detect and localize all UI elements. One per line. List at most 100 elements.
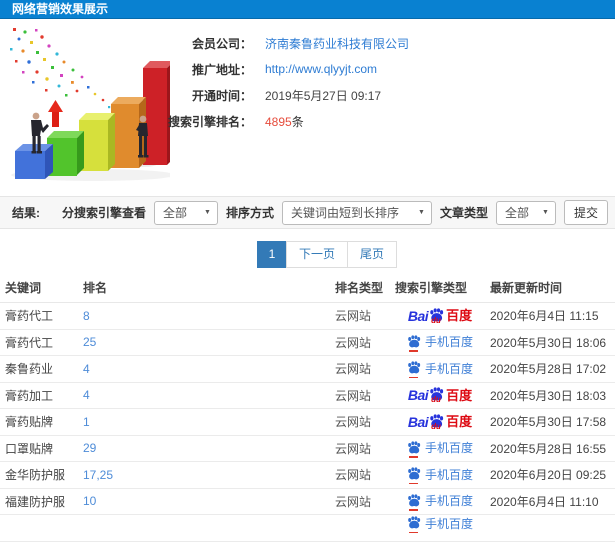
mobile-baidu-label: 手机百度	[424, 516, 473, 531]
next-page-button[interactable]: 下一页	[286, 241, 349, 268]
mobile-baidu-underline	[408, 456, 418, 458]
rank-link[interactable]: 1	[83, 415, 90, 429]
table-row: 秦鲁药业 4 云网站 手机百度 2020年5月28日 17:02	[0, 356, 615, 383]
table-row: 金华防护服 17,25 云网站 手机百度 2020年6月20日 09:25	[0, 462, 615, 489]
rank-type-cell: 云网站	[335, 362, 372, 377]
page-1-button[interactable]: 1	[257, 241, 287, 268]
table-row: 膏药加工 4 云网站 Bai du 百度 2020年5月30日 18:03	[0, 382, 615, 409]
mobile-baidu-logo[interactable]: 手机百度	[407, 441, 473, 458]
chevron-down-icon: ▼	[204, 209, 211, 216]
col-rank: 排名	[83, 280, 108, 295]
engine-view-select[interactable]: 全部 ▼	[153, 200, 218, 225]
open-time-value: 2019年5月27日 09:17	[265, 88, 382, 103]
rank-type-cell: 云网站	[335, 309, 372, 324]
window-title-bar: 网络营销效果展示	[0, 0, 615, 19]
rank-cell: 1	[83, 415, 335, 429]
table-row: 膏药代工 8 云网站 Bai du 百度 2020年6月4日 11:15	[0, 303, 615, 330]
rank-link[interactable]: 17,25	[83, 468, 113, 482]
baidu-paw-icon	[408, 441, 421, 454]
rank-cell: 4	[83, 388, 335, 402]
engine-cell: Bai du 百度	[395, 308, 485, 324]
mobile-baidu-logo[interactable]: 手机百度	[407, 516, 473, 533]
baidu-paw-icon	[408, 494, 421, 507]
confetti-dots	[10, 28, 111, 109]
engine-rank-suffix: 条	[291, 114, 304, 129]
mobile-baidu-logo[interactable]: 手机百度	[407, 467, 473, 485]
article-type-label: 文章类型	[439, 206, 488, 220]
last-page-button[interactable]: 尾页	[347, 241, 398, 268]
baidu-logo[interactable]: Bai du 百度	[408, 414, 472, 430]
rank-link[interactable]: 4	[83, 388, 90, 402]
rank-link[interactable]: 25	[83, 335, 96, 349]
baidu-logo-cn: 百度	[446, 414, 473, 430]
baidu-logo-bai: Bai	[407, 307, 429, 324]
table-row: 福建防护服 10 云网站 手机百度 2020年6月4日 11:10	[0, 488, 615, 515]
updated-cell: 2020年5月28日 17:02	[490, 362, 607, 377]
article-type-select[interactable]: 全部 ▼	[495, 200, 556, 225]
updated-cell: 2020年6月4日 11:10	[490, 494, 599, 509]
engine-cell: 手机百度	[395, 494, 485, 511]
sort-select[interactable]: 关键词由短到长排序 ▼	[281, 200, 432, 225]
chevron-down-icon: ▼	[418, 209, 425, 216]
results-table: 关键词 排名 排名类型 搜索引擎类型 最新更新时间 膏药代工 8 云网站 Bai d…	[0, 272, 615, 542]
rank-type-cell: 云网站	[335, 335, 372, 350]
table-row: 手机百度	[0, 515, 615, 542]
article-type-selected: 全部	[504, 206, 529, 220]
info-row-company: 会员公司： 济南秦鲁药业科技有限公司	[158, 30, 409, 56]
table-body: 膏药代工 8 云网站 Bai du 百度 2020年6月4日 11:15 膏药代工 25…	[0, 303, 615, 542]
table-row: 膏药贴牌 1 云网站 Bai du 百度 2020年5月30日 17:58	[0, 409, 615, 436]
rank-link[interactable]: 4	[83, 362, 90, 376]
mobile-baidu-label: 手机百度	[424, 361, 473, 376]
table-row: 膏药代工 25 云网站 手机百度 2020年5月30日 18:06	[0, 329, 615, 356]
rank-link[interactable]: 8	[83, 309, 90, 323]
baidu-paw-icon	[408, 467, 421, 480]
keyword-cell: 口罩贴牌	[5, 441, 54, 456]
engine-view-label: 分搜索引擎查看	[61, 206, 146, 220]
engine-cell: 手机百度	[395, 515, 485, 533]
rank-cell: 17,25	[83, 468, 335, 482]
rank-link[interactable]: 29	[83, 441, 96, 455]
mobile-baidu-label: 手机百度	[424, 335, 473, 350]
result-label: 结果:	[12, 206, 40, 220]
col-engine-type: 搜索引擎类型	[395, 280, 468, 295]
pagination: 1 下一页 尾页	[257, 241, 398, 268]
mobile-baidu-underline	[408, 531, 418, 533]
updated-cell: 2020年5月30日 17:58	[490, 415, 607, 430]
submit-button[interactable]: 提交	[563, 200, 608, 225]
mobile-baidu-label: 手机百度	[424, 467, 473, 482]
filter-bar: 结果: 分搜索引擎查看 全部 ▼ 排序方式 关键词由短到长排序 ▼ 文章类型 全…	[0, 196, 615, 229]
updated-cell: 2020年5月30日 18:03	[490, 388, 607, 403]
company-link[interactable]: 济南秦鲁药业科技有限公司	[265, 35, 409, 52]
table-row: 口罩贴牌 29 云网站 手机百度 2020年5月28日 16:55	[0, 435, 615, 462]
engine-cell: 手机百度	[395, 441, 485, 458]
rank-link[interactable]: 10	[83, 494, 96, 508]
updated-cell: 2020年6月4日 11:15	[490, 309, 599, 324]
col-updated: 最新更新时间	[490, 280, 563, 295]
engine-cell: 手机百度	[395, 361, 485, 379]
mobile-baidu-logo[interactable]: 手机百度	[407, 335, 473, 352]
keyword-cell: 福建防护服	[5, 494, 66, 509]
baidu-logo[interactable]: Bai du 百度	[408, 308, 472, 324]
rank-type-cell: 云网站	[335, 468, 372, 483]
info-row-url: 推广地址： http://www.qlyyjt.com	[158, 56, 409, 82]
baidu-logo-bai: Bai	[407, 387, 429, 404]
mobile-baidu-underline	[408, 350, 418, 352]
page-title: 网络营销效果展示	[12, 2, 109, 16]
baidu-paw-icon	[408, 335, 421, 348]
mobile-baidu-logo[interactable]: 手机百度	[407, 494, 473, 511]
mobile-baidu-label: 手机百度	[424, 494, 473, 509]
mobile-baidu-logo[interactable]: 手机百度	[407, 361, 473, 379]
sort-selected: 关键词由短到长排序	[290, 206, 399, 220]
growth-chart-illustration	[10, 28, 170, 181]
member-info-panel: 会员公司： 济南秦鲁药业科技有限公司 推广地址： http://www.qlyy…	[158, 30, 409, 134]
engine-rank-count: 4895	[265, 114, 292, 129]
promo-url-link[interactable]: http://www.qlyyjt.com	[265, 62, 377, 76]
info-row-open-time: 开通时间： 2019年5月27日 09:17	[158, 82, 409, 108]
company-label: 会员公司：	[191, 36, 252, 51]
keyword-cell: 秦鲁药业	[5, 362, 54, 377]
filter-controls: 分搜索引擎查看 全部 ▼ 排序方式 关键词由短到长排序 ▼ 文章类型 全部 ▼ …	[62, 200, 608, 225]
updated-cell: 2020年6月20日 09:25	[490, 468, 607, 483]
updated-cell: 2020年5月28日 16:55	[490, 441, 607, 456]
baidu-logo[interactable]: Bai du 百度	[407, 387, 472, 404]
baidu-logo-cn: 百度	[446, 308, 473, 324]
